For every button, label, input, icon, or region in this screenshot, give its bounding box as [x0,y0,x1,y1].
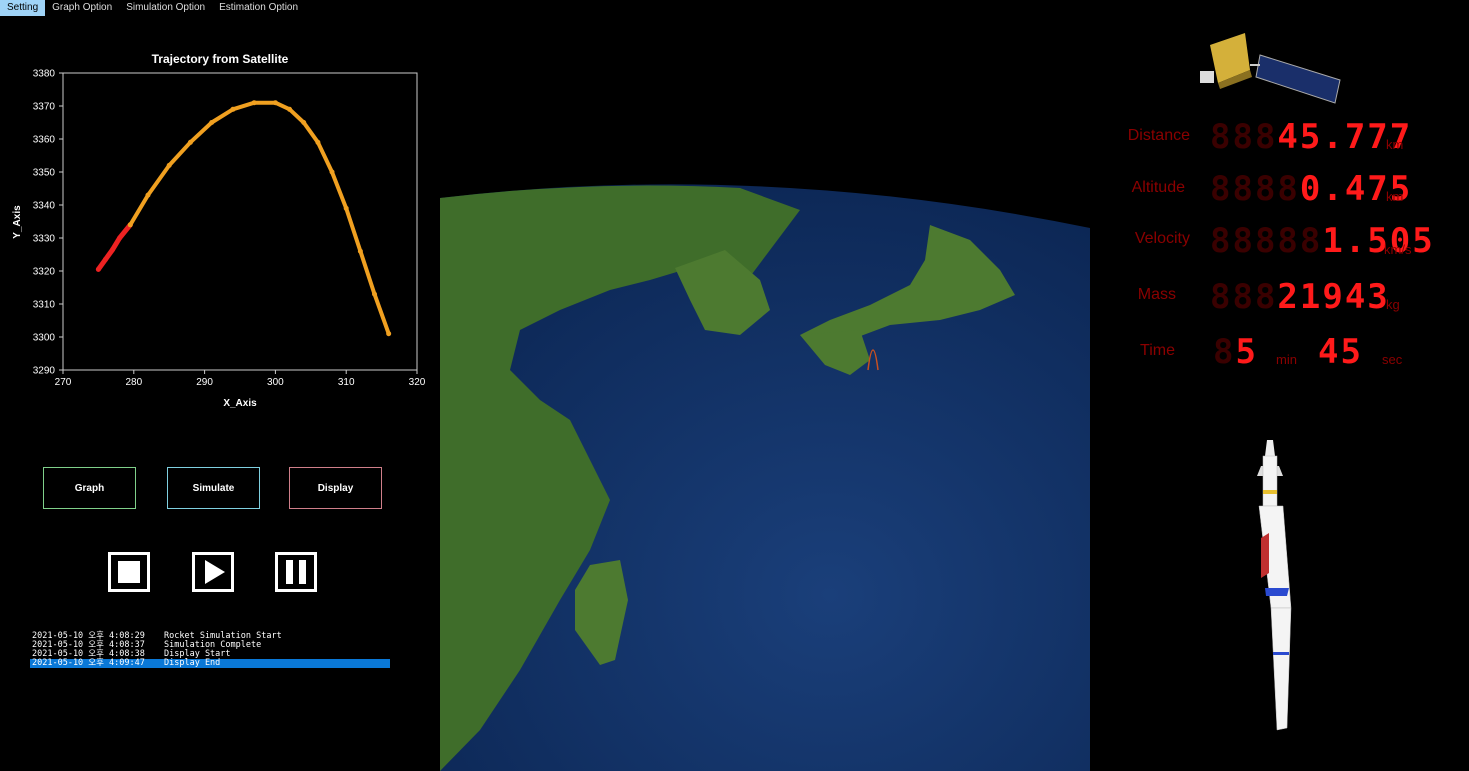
trajectory-chart: Trajectory from Satellite 270 280 290 300 31… [12,52,426,409]
data-point [166,162,172,168]
series-line [95,222,133,272]
y-tick-label: 3310 [33,300,56,311]
rocket-icon [1257,440,1292,731]
x-tick-label: 290 [196,377,213,388]
y-axis-label: Y_Axis [12,205,23,239]
list-item-selected[interactable]: 2021-05-10 오후 4:09:47 Display End [30,659,390,668]
globe-view[interactable] [440,170,1090,771]
menu-simulation-option[interactable]: Simulation Option [119,0,212,16]
y-tick-label: 3350 [33,168,56,179]
menu-estimation-option[interactable]: Estimation Option [212,0,305,16]
data-point [95,266,101,272]
time-min-display: 85 [1213,332,1258,372]
data-point [357,248,363,254]
data-point [209,120,215,125]
graph-button[interactable]: Graph [43,467,136,509]
data-point [110,247,116,253]
y-tick-label: 3330 [33,234,56,245]
distance-label: Distance [1127,127,1190,144]
data-point [301,120,307,125]
stop-button[interactable] [108,552,150,592]
play-button[interactable] [192,552,234,592]
y-tick-label: 3300 [33,333,56,344]
data-point [102,256,108,262]
data-point [287,106,293,112]
mass-unit: kg [1386,297,1400,312]
stop-icon [118,561,140,583]
y-tick-label: 3320 [33,267,56,278]
y-tick-label: 3290 [33,366,56,377]
simulate-button[interactable]: Simulate [167,467,260,509]
data-point [251,100,257,106]
x-tick-label: 310 [338,377,355,388]
y-tick-label: 3370 [33,102,56,113]
velocity-label: Velocity [1134,230,1190,247]
menu-setting[interactable]: Setting [0,0,46,16]
chart-ticks: 270 280 290 300 310 320 3290 3300 3310 3320 3330 33… [33,69,426,389]
time-label: Time [1140,342,1175,359]
data-point [145,192,151,198]
velocity-unit: km/s [1384,242,1412,257]
plot-frame [62,72,418,371]
altitude-unit: km [1386,189,1404,204]
data-point [343,205,349,211]
series-line [128,100,391,336]
x-tick-label: 300 [267,377,284,388]
data-point [127,222,133,228]
data-point [315,139,321,145]
time-sec-unit: sec [1382,352,1403,367]
distance-display: 88845.777 [1210,117,1413,157]
satellite-icon [1200,33,1341,104]
chart-title: Trajectory from Satellite [152,52,289,66]
data-point [329,169,335,175]
pause-button[interactable] [275,552,317,592]
y-tick-label: 3380 [33,69,56,80]
y-tick-label: 3360 [33,135,56,146]
x-tick-label: 320 [409,377,426,388]
x-tick-label: 270 [55,377,72,388]
data-point [117,235,123,241]
display-button[interactable]: Display [289,467,382,509]
x-tick-label: 280 [125,377,142,388]
mass-display: 88821943 [1210,277,1390,317]
altitude-label: Altitude [1131,179,1185,196]
event-log[interactable]: 2021-05-10 오후 4:08:29 Rocket Simulation S… [30,632,390,668]
time-min-unit: min [1276,352,1297,367]
mass-label: Mass [1137,286,1176,303]
menu-graph-option[interactable]: Graph Option [45,0,119,16]
pause-icon [286,560,306,584]
data-point [230,106,236,112]
data-point [272,100,278,106]
play-icon [205,560,225,584]
distance-unit: km [1386,137,1404,152]
altitude-display: 88880.475 [1210,169,1413,209]
x-axis-label: X_Axis [223,398,257,409]
y-tick-label: 3340 [33,201,56,212]
data-point [187,139,193,145]
menu-bar: Setting Graph Option Simulation Option E… [0,0,1469,16]
data-point [372,291,378,297]
time-sec-display: 45 [1318,332,1363,372]
chart-points [95,100,392,337]
data-point [386,331,392,337]
